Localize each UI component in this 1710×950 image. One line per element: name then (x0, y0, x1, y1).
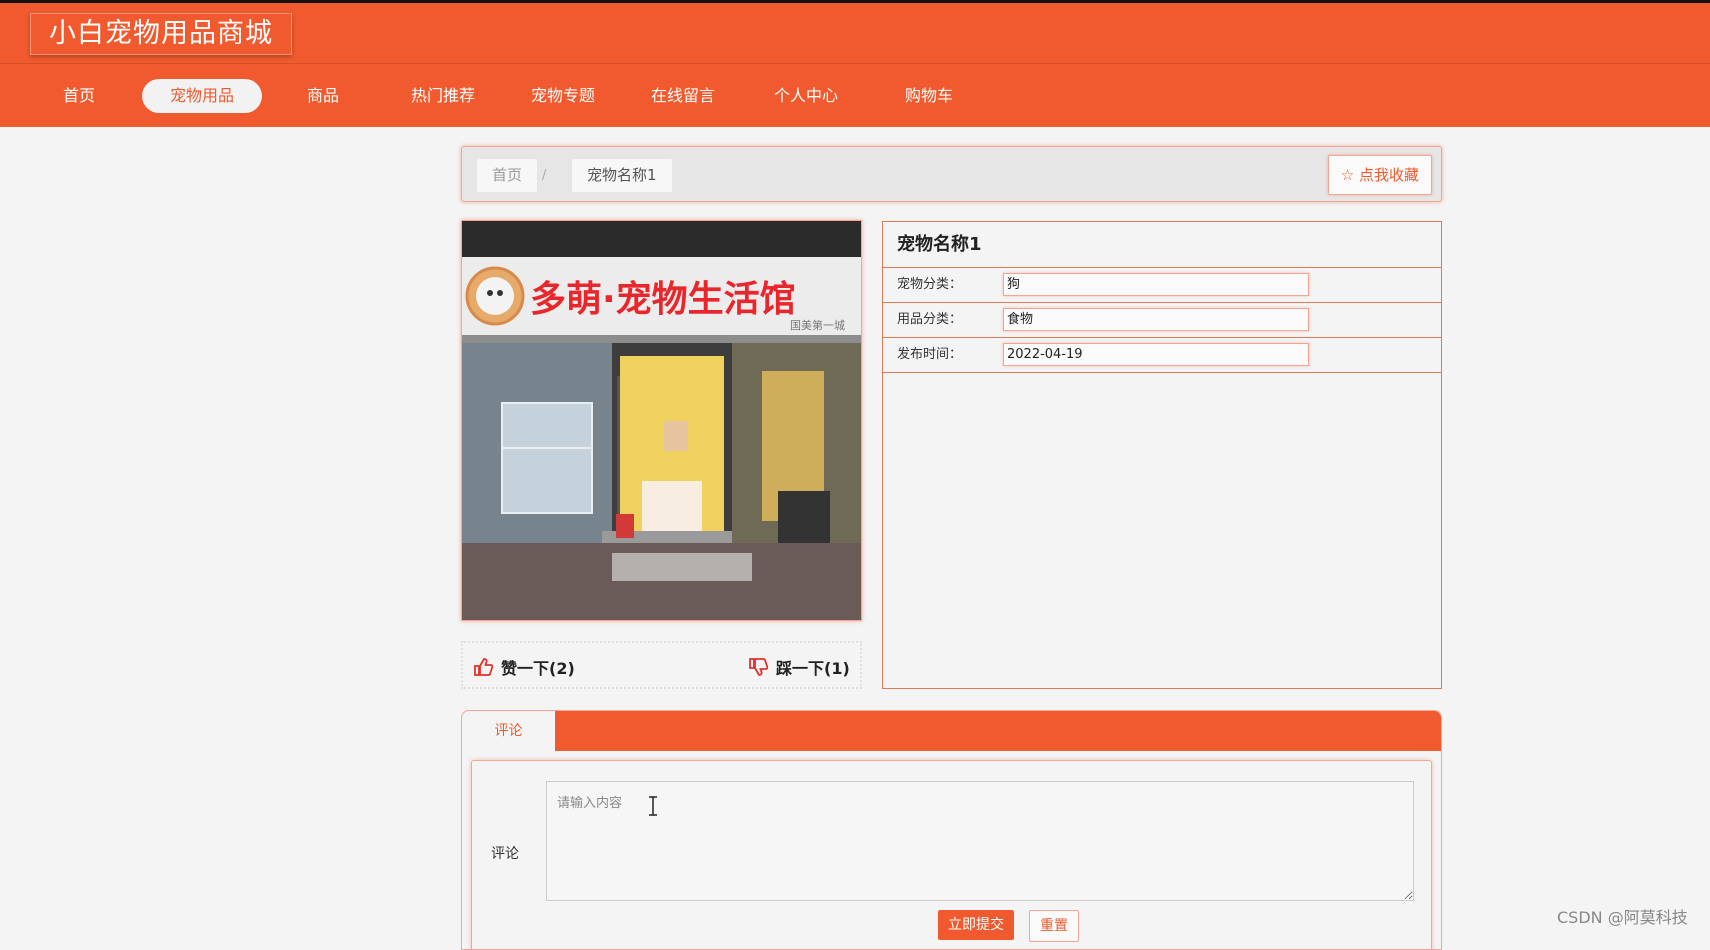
product-info-panel: 宠物名称1 宠物分类： 狗 用品分类： 食物 发布时间： 2022-04-19 (882, 221, 1442, 689)
publish-date-label: 发布时间： (897, 347, 963, 362)
dislike-label: 踩一下(1) (776, 659, 850, 678)
site-logo[interactable]: 小白宠物用品商城 (30, 13, 292, 55)
info-row-supply-category: 用品分类： 食物 (883, 303, 1441, 338)
store-subsign-text: 国美第一城 (790, 318, 845, 332)
nav-item-cart[interactable]: 购物车 (896, 79, 962, 113)
product-name: 宠物名称1 (883, 222, 1441, 268)
nav-item-hot-picks[interactable]: 热门推荐 (402, 79, 484, 113)
submit-button[interactable]: 立即提交 (938, 910, 1014, 940)
store-sign-text: 多萌·宠物生活馆 (530, 279, 796, 320)
reset-button[interactable]: 重置 (1029, 910, 1079, 942)
pet-category-label: 宠物分类： (897, 277, 963, 292)
like-button[interactable]: 赞一下(2) (473, 655, 575, 679)
nav-item-pet-supplies[interactable]: 宠物用品 (142, 79, 262, 113)
nav-item-pet-topics[interactable]: 宠物专题 (522, 79, 604, 113)
vote-bar: 赞一下(2) 踩一下(1) (461, 641, 862, 689)
supply-category-value: 食物 (1003, 308, 1309, 331)
thumbs-up-icon (474, 658, 493, 676)
comment-tab-strip: 评论 (462, 711, 1441, 751)
comment-field-label: 评论 (491, 846, 519, 862)
comment-section: 评论 评论 立即提交 重置 (461, 710, 1442, 950)
thumbs-down-icon (749, 658, 768, 676)
main-nav: 首页 宠物用品 商品 热门推荐 宠物专题 在线留言 个人中心 购物车 (0, 63, 1710, 127)
nav-item-messages[interactable]: 在线留言 (642, 79, 724, 113)
like-label: 赞一下(2) (501, 659, 575, 678)
info-row-publish-date: 发布时间： 2022-04-19 (883, 338, 1441, 373)
nav-item-products[interactable]: 商品 (290, 79, 356, 113)
tab-comments[interactable]: 评论 (462, 711, 555, 751)
comment-input[interactable] (546, 781, 1414, 901)
breadcrumb: 首页 / 宠物名称1 ☆ 点我收藏 (461, 146, 1442, 202)
info-row-pet-category: 宠物分类： 狗 (883, 268, 1441, 303)
breadcrumb-separator: / (542, 168, 547, 183)
watermark-text: CSDN @阿莫科技 (1557, 908, 1688, 927)
comment-form: 评论 立即提交 重置 (471, 760, 1432, 949)
site-header: 小白宠物用品商城 (0, 3, 1710, 63)
breadcrumb-home[interactable]: 首页 (477, 159, 538, 192)
nav-item-home[interactable]: 首页 (46, 79, 112, 113)
breadcrumb-current: 宠物名称1 (572, 159, 672, 192)
dislike-button[interactable]: 踩一下(1) (748, 655, 850, 679)
text-cursor-icon (649, 796, 657, 816)
nav-item-personal-center[interactable]: 个人中心 (765, 79, 847, 113)
supply-category-label: 用品分类： (897, 312, 963, 327)
publish-date-value: 2022-04-19 (1003, 343, 1309, 366)
pet-store-photo: 多萌·宠物生活馆 国美第一城 (462, 221, 861, 620)
favorite-button[interactable]: ☆ 点我收藏 (1327, 155, 1432, 195)
pet-category-value: 狗 (1003, 273, 1309, 296)
product-image: 多萌·宠物生活馆 国美第一城 (461, 220, 862, 621)
